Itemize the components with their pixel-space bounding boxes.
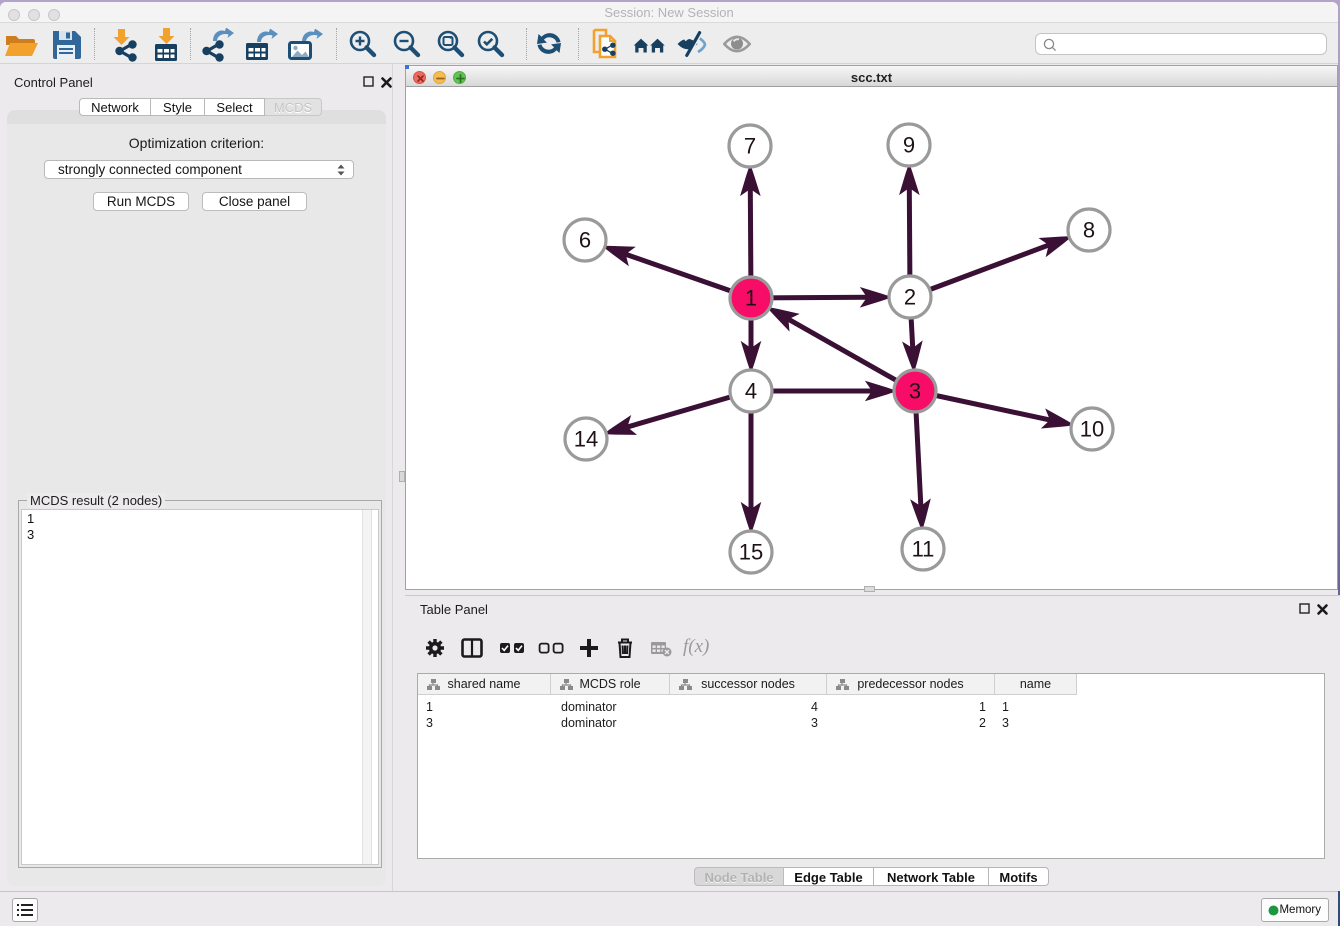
- svg-text:2: 2: [904, 285, 916, 310]
- svg-text:11: 11: [912, 537, 935, 562]
- svg-text:7: 7: [744, 134, 756, 159]
- svg-text:f(x): f(x): [683, 637, 709, 657]
- svg-text:4: 4: [745, 379, 757, 404]
- svg-text:14: 14: [574, 427, 598, 452]
- svg-text:8: 8: [1083, 218, 1095, 243]
- svg-text:9: 9: [903, 133, 915, 158]
- svg-text:1: 1: [745, 286, 757, 311]
- svg-text:15: 15: [739, 540, 763, 565]
- svg-text:3: 3: [909, 379, 921, 404]
- svg-text:6: 6: [579, 228, 591, 253]
- svg-text:10: 10: [1080, 417, 1104, 442]
